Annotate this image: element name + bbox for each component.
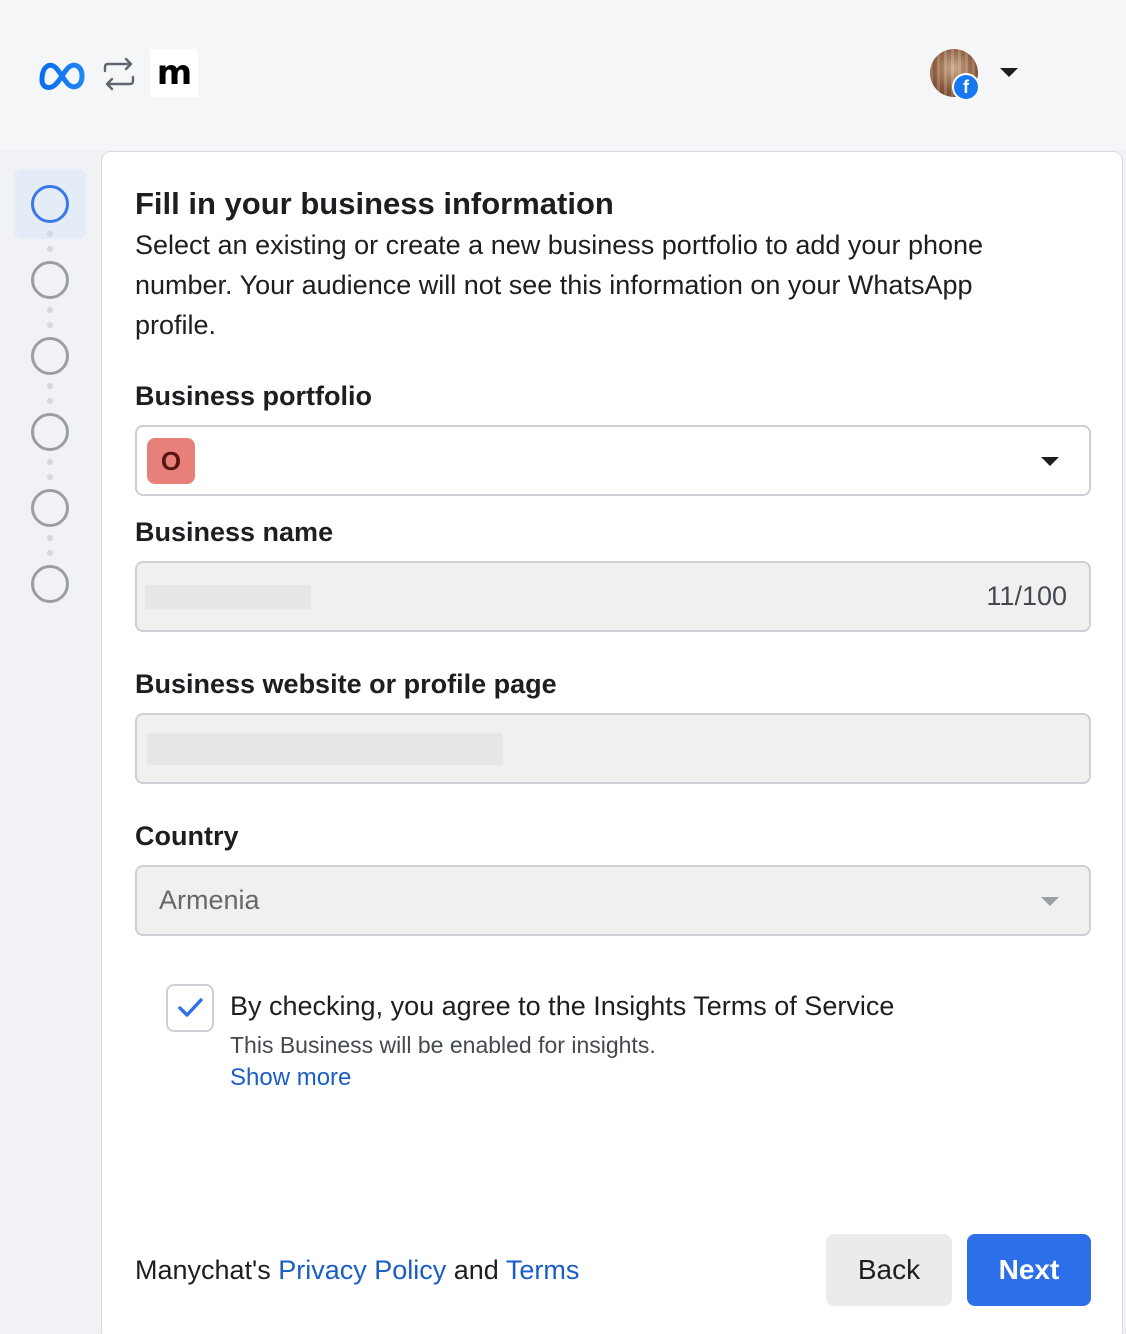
- step-5-circle-icon: [31, 489, 69, 527]
- chevron-down-icon: [1041, 897, 1059, 906]
- manychat-logo-icon: m: [150, 49, 198, 97]
- meta-logo-icon: [39, 62, 85, 90]
- business-portfolio-label: Business portfolio: [135, 381, 373, 411]
- step-connector-dot: [47, 398, 53, 404]
- step-connector-dot: [47, 246, 53, 252]
- step-connector-dot: [47, 307, 53, 313]
- business-info-card: Fill in your business information Select…: [101, 151, 1123, 1334]
- swap-arrows-icon: [103, 57, 135, 91]
- privacy-policy-link[interactable]: Privacy Policy: [278, 1255, 446, 1285]
- step-1-circle-icon: [31, 185, 69, 223]
- insights-terms-text: By checking, you agree to the Insights T…: [230, 991, 895, 1021]
- step-progress: [0, 150, 100, 1334]
- step-3-circle-icon: [31, 337, 69, 375]
- policy-and: and: [446, 1255, 506, 1285]
- step-connector-dot: [47, 231, 53, 237]
- country-select[interactable]: Armenia: [135, 865, 1091, 936]
- country-value: Armenia: [159, 885, 260, 915]
- business-website-label: Business website or profile page: [135, 669, 557, 699]
- step-connector-dot: [47, 459, 53, 465]
- step-connector-dot: [47, 535, 53, 541]
- top-bar: m f: [0, 0, 1126, 150]
- step-connector-dot: [47, 474, 53, 480]
- insights-terms-subtext: This Business will be enabled for insigh…: [230, 1032, 656, 1058]
- page-subtitle: Select an existing or create a new busin…: [135, 230, 984, 340]
- portfolio-avatar: O: [147, 438, 195, 484]
- step-4-circle-icon: [31, 413, 69, 451]
- back-button[interactable]: Back: [826, 1234, 952, 1306]
- business-name-label: Business name: [135, 517, 334, 547]
- business-website-input[interactable]: [135, 713, 1091, 784]
- step-connector-dot: [47, 550, 53, 556]
- facebook-badge-letter: f: [954, 75, 978, 99]
- policy-footer: Manychat's Privacy Policy and Terms: [135, 1255, 579, 1286]
- chevron-down-icon: [1041, 457, 1059, 466]
- step-connector-dot: [47, 322, 53, 328]
- policy-prefix: Manychat's: [135, 1255, 279, 1285]
- terms-link[interactable]: Terms: [506, 1255, 580, 1285]
- manychat-logo-text: m: [156, 53, 192, 93]
- step-2-circle-icon: [31, 261, 69, 299]
- business-name-input[interactable]: 11/100: [135, 561, 1091, 632]
- show-more-link[interactable]: Show more: [230, 1064, 351, 1092]
- country-label: Country: [135, 821, 239, 851]
- redacted-value: [145, 585, 311, 609]
- page-title: Fill in your business information: [135, 186, 614, 221]
- character-counter: 11/100: [986, 581, 1067, 611]
- account-menu-caret-icon[interactable]: [1000, 68, 1018, 77]
- insights-terms-checkbox[interactable]: [166, 984, 214, 1032]
- step-6-circle-icon: [31, 565, 69, 603]
- redacted-value: [147, 733, 503, 765]
- step-connector-dot: [47, 383, 53, 389]
- business-portfolio-select[interactable]: O: [135, 425, 1091, 496]
- next-button[interactable]: Next: [967, 1234, 1091, 1306]
- checkmark-icon: [178, 998, 203, 1017]
- facebook-icon: f: [952, 73, 980, 101]
